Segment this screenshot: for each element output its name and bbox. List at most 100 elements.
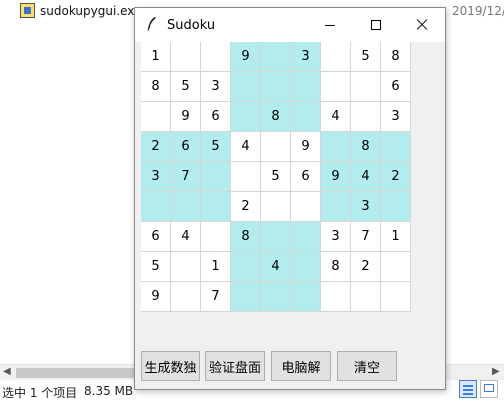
- exe-file-icon: [20, 3, 35, 18]
- sudoku-cell[interactable]: 8: [351, 132, 381, 162]
- sudoku-cell[interactable]: 5: [141, 252, 171, 282]
- sudoku-cell[interactable]: 7: [351, 222, 381, 252]
- sudoku-cell[interactable]: 4: [321, 102, 351, 132]
- sudoku-cell[interactable]: 5: [171, 72, 201, 102]
- chevron-left-icon[interactable]: ◀: [3, 366, 11, 377]
- sudoku-cell[interactable]: 4: [231, 132, 261, 162]
- sudoku-cell[interactable]: 3: [291, 42, 321, 72]
- sudoku-cell[interactable]: 9: [321, 162, 351, 192]
- sudoku-cell[interactable]: [321, 282, 351, 312]
- sudoku-cell[interactable]: [381, 132, 411, 162]
- sudoku-cell[interactable]: [291, 192, 321, 222]
- sudoku-cell[interactable]: [321, 132, 351, 162]
- sudoku-cell[interactable]: 6: [201, 102, 231, 132]
- large-icons-view-icon[interactable]: [480, 380, 498, 398]
- sudoku-cell[interactable]: 6: [171, 132, 201, 162]
- sudoku-cell[interactable]: [291, 222, 321, 252]
- computer-solve-button[interactable]: 电脑解: [271, 351, 331, 381]
- file-name: sudokupygui.exe: [40, 4, 142, 18]
- scrollbar-thumb[interactable]: [16, 368, 136, 378]
- verify-board-button[interactable]: 验证盘面: [205, 351, 265, 381]
- sudoku-cell[interactable]: [231, 102, 261, 132]
- sudoku-cell[interactable]: 4: [261, 252, 291, 282]
- close-button[interactable]: [399, 8, 445, 42]
- sudoku-cell[interactable]: [261, 192, 291, 222]
- file-date: 2019/12/: [452, 4, 504, 18]
- sudoku-cell[interactable]: [291, 252, 321, 282]
- sudoku-cell[interactable]: [171, 42, 201, 72]
- sudoku-cell[interactable]: 3: [381, 102, 411, 132]
- sudoku-cell[interactable]: [141, 102, 171, 132]
- sudoku-cell[interactable]: 1: [381, 222, 411, 252]
- generate-sudoku-button[interactable]: 生成数独: [141, 351, 200, 381]
- sudoku-cell[interactable]: 8: [231, 222, 261, 252]
- sudoku-cell[interactable]: 3: [201, 72, 231, 102]
- sudoku-cell[interactable]: [201, 42, 231, 72]
- sudoku-cell[interactable]: 3: [351, 192, 381, 222]
- minimize-button[interactable]: [307, 8, 353, 42]
- sudoku-cell[interactable]: [231, 282, 261, 312]
- sudoku-cell[interactable]: 1: [141, 42, 171, 72]
- sudoku-cell[interactable]: 6: [381, 72, 411, 102]
- clear-button[interactable]: 清空: [337, 351, 397, 381]
- sudoku-cell[interactable]: 2: [141, 132, 171, 162]
- sudoku-cell[interactable]: 2: [381, 162, 411, 192]
- sudoku-cell[interactable]: 8: [381, 42, 411, 72]
- sudoku-cell[interactable]: [321, 192, 351, 222]
- sudoku-cell[interactable]: [171, 192, 201, 222]
- sudoku-cell[interactable]: [381, 252, 411, 282]
- sudoku-cell[interactable]: [351, 72, 381, 102]
- sudoku-cell[interactable]: 3: [141, 162, 171, 192]
- close-icon: [416, 19, 428, 31]
- sudoku-cell[interactable]: [261, 42, 291, 72]
- sudoku-cell[interactable]: 9: [291, 132, 321, 162]
- title-bar[interactable]: Sudoku: [135, 8, 445, 42]
- sudoku-cell[interactable]: [201, 222, 231, 252]
- sudoku-cell[interactable]: [261, 72, 291, 102]
- sudoku-cell[interactable]: 9: [231, 42, 261, 72]
- chevron-right-icon[interactable]: ▶: [492, 366, 500, 377]
- sudoku-cell[interactable]: [141, 192, 171, 222]
- sudoku-cell[interactable]: [231, 252, 261, 282]
- sudoku-cell[interactable]: [261, 282, 291, 312]
- sudoku-cell[interactable]: [261, 222, 291, 252]
- sudoku-cell[interactable]: 7: [201, 282, 231, 312]
- sudoku-cell[interactable]: [171, 252, 201, 282]
- sudoku-cell[interactable]: [321, 42, 351, 72]
- sudoku-cell[interactable]: 9: [171, 102, 201, 132]
- maximize-button[interactable]: [353, 8, 399, 42]
- sudoku-cell[interactable]: [291, 282, 321, 312]
- sudoku-cell[interactable]: [351, 282, 381, 312]
- sudoku-cell[interactable]: [381, 282, 411, 312]
- sudoku-cell[interactable]: [351, 102, 381, 132]
- sudoku-cell[interactable]: 2: [351, 252, 381, 282]
- minimize-icon: [325, 24, 335, 26]
- sudoku-cell[interactable]: [231, 72, 261, 102]
- sudoku-cell[interactable]: 8: [141, 72, 171, 102]
- sudoku-cell[interactable]: 1: [201, 252, 231, 282]
- sudoku-cell[interactable]: [201, 162, 231, 192]
- sudoku-cell[interactable]: 7: [171, 162, 201, 192]
- sudoku-cell[interactable]: 3: [321, 222, 351, 252]
- details-view-icon[interactable]: [459, 380, 477, 398]
- sudoku-cell[interactable]: 5: [201, 132, 231, 162]
- sudoku-cell[interactable]: 8: [321, 252, 351, 282]
- sudoku-cell[interactable]: 8: [261, 102, 291, 132]
- sudoku-cell[interactable]: [291, 72, 321, 102]
- sudoku-cell[interactable]: [201, 192, 231, 222]
- sudoku-cell[interactable]: 6: [141, 222, 171, 252]
- sudoku-cell[interactable]: [381, 192, 411, 222]
- sudoku-cell[interactable]: [231, 162, 261, 192]
- sudoku-cell[interactable]: 2: [231, 192, 261, 222]
- sudoku-cell[interactable]: [171, 282, 201, 312]
- sudoku-cell[interactable]: 4: [171, 222, 201, 252]
- sudoku-cell[interactable]: 6: [291, 162, 321, 192]
- sudoku-cell[interactable]: 9: [141, 282, 171, 312]
- sudoku-cell[interactable]: [291, 102, 321, 132]
- sudoku-cell[interactable]: [321, 72, 351, 102]
- sudoku-cell[interactable]: 5: [261, 162, 291, 192]
- sudoku-window: Sudoku 193588536968432654983756942236483…: [134, 7, 446, 390]
- sudoku-cell[interactable]: 5: [351, 42, 381, 72]
- sudoku-cell[interactable]: 4: [351, 162, 381, 192]
- sudoku-cell[interactable]: [261, 132, 291, 162]
